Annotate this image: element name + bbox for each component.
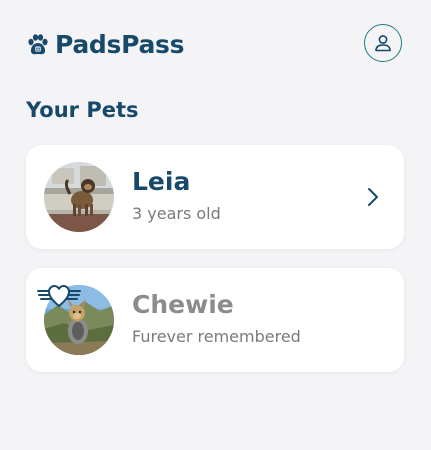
- paw-icon: [28, 33, 48, 54]
- chevron-right-icon[interactable]: [366, 187, 380, 207]
- brand-name: PadsPass: [55, 30, 185, 59]
- pet-age: 3 years old: [132, 204, 221, 223]
- user-icon: [375, 35, 391, 52]
- brand-logo[interactable]: PadsPass: [26, 30, 184, 59]
- pet-avatar: [44, 162, 114, 232]
- pet-name: Leia: [132, 167, 191, 196]
- pet-card-chewie[interactable]: Chewie Furever remembered: [26, 268, 404, 372]
- pet-card-leia[interactable]: Leia 3 years old: [26, 145, 404, 249]
- account-button[interactable]: [364, 24, 402, 62]
- memorial-halo-icon: [37, 285, 81, 307]
- app-header: PadsPass: [0, 0, 431, 90]
- pet-name: Chewie: [132, 290, 234, 319]
- pet-memorial-status: Furever remembered: [132, 327, 301, 346]
- section-title: Your Pets: [26, 98, 139, 122]
